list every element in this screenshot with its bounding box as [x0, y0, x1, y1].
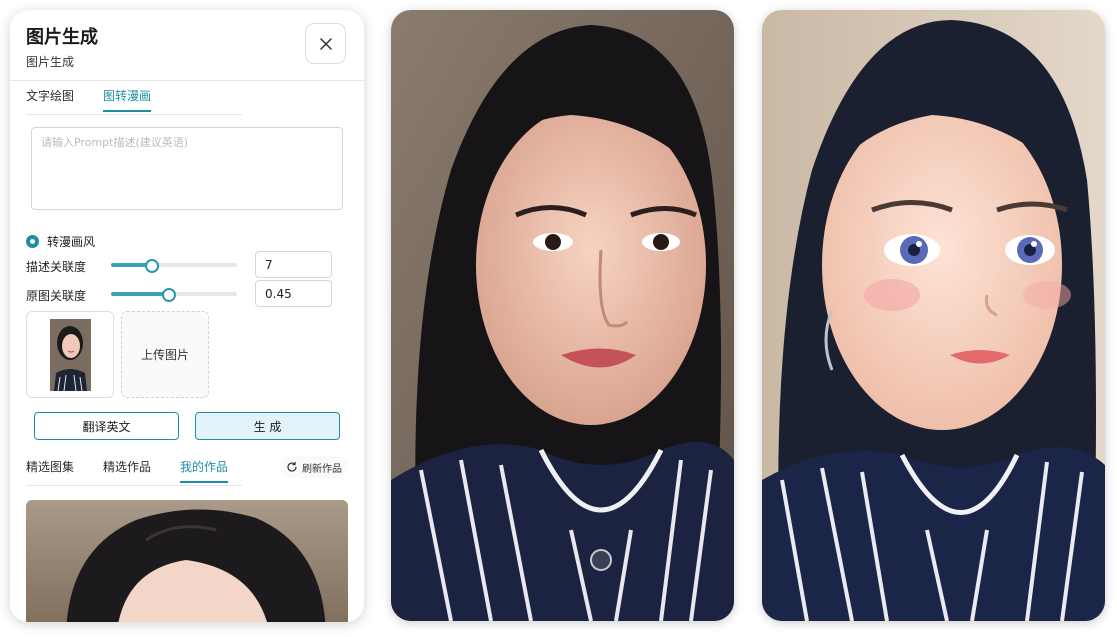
portrait-thumbnail-image: [49, 318, 91, 391]
comic-style-label: 转漫画风: [47, 235, 96, 249]
my-works-gallery-item[interactable]: [26, 500, 348, 622]
slider-fill: [111, 292, 168, 296]
mode-tabs: 文字绘图 图转漫画: [26, 87, 242, 115]
close-icon: [319, 37, 332, 50]
tab-image-to-comic[interactable]: 图转漫画: [103, 87, 152, 112]
prompt-relevance-input[interactable]: [255, 251, 332, 278]
upload-image-button[interactable]: 上传图片: [121, 311, 209, 398]
comic-style-option[interactable]: 转漫画风: [26, 233, 95, 250]
radio-button-selected[interactable]: [26, 235, 39, 248]
generated-artwork-image: [26, 500, 348, 622]
generate-button[interactable]: 生 成: [195, 412, 340, 440]
tab-text-to-image[interactable]: 文字绘图: [26, 87, 74, 110]
panel-title: 图片生成: [26, 27, 98, 48]
prompt-relevance-slider[interactable]: [111, 259, 237, 273]
image-relevance-slider[interactable]: [111, 288, 237, 302]
close-button[interactable]: [305, 23, 346, 64]
original-photo-card: [391, 10, 734, 621]
tab-my-works[interactable]: 我的作品: [180, 458, 229, 483]
slider-thumb[interactable]: [145, 259, 159, 273]
comic-result-card: [762, 10, 1105, 621]
gallery-tabs: 精选图集 精选作品 我的作品: [26, 458, 242, 486]
comic-portrait-image: [762, 10, 1105, 621]
prompt-relevance-label: 描述关联度: [26, 260, 87, 274]
image-generation-panel: 图片生成 图片生成 文字绘图 图转漫画 转漫画风 描述关联度 原图关联度: [10, 10, 364, 622]
refresh-icon: [287, 461, 297, 472]
refresh-works-button[interactable]: 刷新作品: [280, 456, 348, 478]
uploaded-image-thumbnail[interactable]: [26, 311, 114, 398]
slider-thumb[interactable]: [162, 288, 176, 302]
image-relevance-label: 原图关联度: [26, 289, 87, 303]
tab-featured-works[interactable]: 精选作品: [103, 458, 151, 481]
refresh-label: 刷新作品: [302, 463, 342, 475]
header-divider: [10, 80, 364, 81]
image-relevance-input[interactable]: [255, 280, 332, 307]
original-portrait-image: [391, 10, 734, 621]
panel-subtitle: 图片生成: [26, 55, 75, 69]
translate-english-button[interactable]: 翻译英文: [34, 412, 179, 440]
prompt-input[interactable]: [31, 127, 343, 210]
tab-featured-gallery[interactable]: 精选图集: [26, 458, 74, 481]
